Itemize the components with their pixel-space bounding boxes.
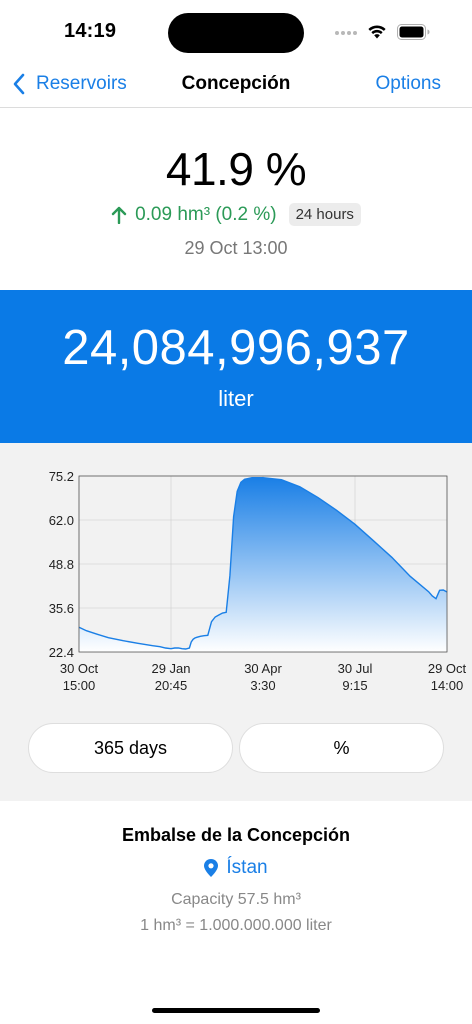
volume-panel: 24,084,996,937 liter: [0, 290, 472, 443]
back-button-label: Reservoirs: [36, 73, 127, 94]
location-label: Ístan: [226, 857, 268, 878]
battery-icon: [397, 24, 430, 40]
x-tick-label: 30 Jul: [338, 661, 373, 676]
fill-history-chart: 75.2 62.0 48.8 35.6 22.430 Oct 15:00 29 Jan 20:…: [49, 469, 467, 693]
status-time: 14:19: [64, 20, 117, 42]
cellular-signal-icon: [335, 31, 359, 37]
capacity-text: Capacity 57.5 hm³: [171, 891, 301, 908]
x-tick-label: 30 Apr: [244, 661, 282, 676]
options-button[interactable]: Options: [376, 73, 441, 95]
x-tick-label: 15:00: [63, 678, 96, 693]
x-tick-label: 29 Jan: [151, 661, 190, 676]
page-title: Concepción: [181, 73, 291, 94]
y-tick-label: 48.8: [49, 557, 74, 572]
conversion-text: 1 hm³ = 1.000.000.000 liter: [140, 917, 332, 934]
y-tick-label: 35.6: [49, 601, 74, 616]
x-tick-label: 29 Oct: [428, 661, 467, 676]
location-pin-icon: [204, 859, 219, 877]
range-selector-button[interactable]: 365 days: [28, 723, 233, 773]
change-row: 0.09 hm³ (0.2 %) 24 hours: [0, 203, 472, 226]
x-tick-label: 20:45: [155, 678, 188, 693]
y-tick-label: 22.4: [49, 645, 74, 660]
chart-panel: 75.2 62.0 48.8 35.6 22.4 30 Oct 15:00 29 Jan 20:…: [0, 443, 472, 801]
fill-percent: 41.9 %: [165, 143, 307, 195]
arrow-up-icon: [111, 206, 127, 224]
reservoir-name: Embalse de la Concepción: [121, 825, 351, 845]
wifi-icon: [368, 25, 386, 39]
reservoir-info: Embalse de la Concepción Ístan Capacity …: [0, 801, 472, 1024]
back-button[interactable]: Reservoirs: [12, 70, 127, 98]
x-tick-label: 14:00: [431, 678, 464, 693]
chart-area: [79, 477, 447, 652]
change-value: 0.09 hm³ (0.2 %): [135, 203, 277, 225]
unit-selector-button[interactable]: %: [239, 723, 444, 773]
timestamp: 29 Oct 13:00: [184, 238, 288, 258]
chart-controls: 365 days %: [28, 723, 444, 773]
volume-unit: liter: [218, 386, 254, 411]
x-tick-label: 3:30: [250, 678, 275, 693]
status-bar: 14:19: [0, 0, 472, 62]
x-tick-label: 30 Oct: [60, 661, 99, 676]
dynamic-island: [168, 13, 304, 53]
y-tick-label: 75.2: [49, 469, 74, 484]
navigation-bar: Reservoirs Concepción Options: [0, 62, 472, 108]
period-badge: 24 hours: [288, 203, 361, 226]
fill-summary: 41.9 % 0.09 hm³ (0.2 %) 24 hours 29 Oct …: [0, 108, 472, 290]
location-link[interactable]: Ístan: [0, 857, 472, 879]
chevron-left-icon: [13, 73, 25, 95]
y-tick-label: 62.0: [49, 513, 74, 528]
volume-value: 24,084,996,937: [62, 321, 410, 375]
x-tick-label: 9:15: [342, 678, 367, 693]
home-indicator: [152, 1008, 320, 1013]
